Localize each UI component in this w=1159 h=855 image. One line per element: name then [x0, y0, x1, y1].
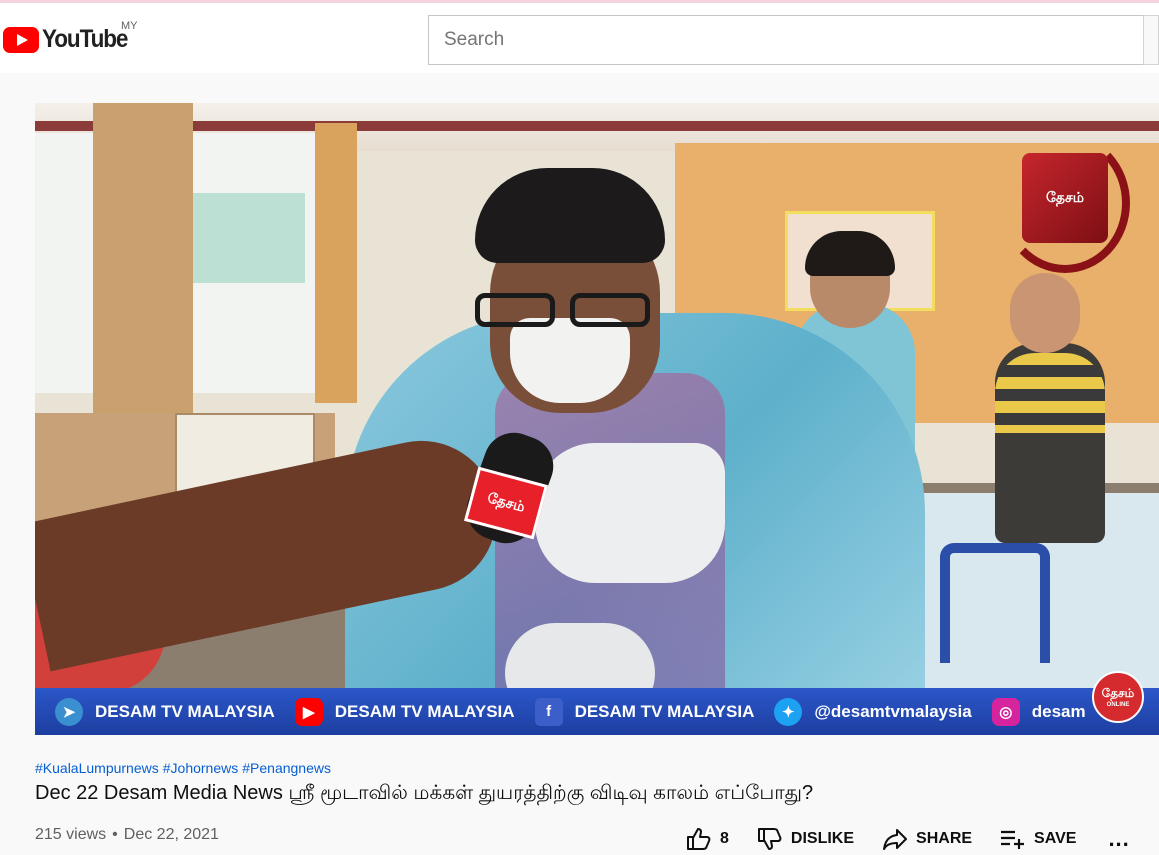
corner-logo: தேசம் ONLINE	[1092, 671, 1144, 723]
view-count: 215 views	[35, 826, 107, 843]
watermark-text: தேசம்	[1022, 153, 1108, 243]
ticker-item: ◎ desam	[991, 697, 1086, 726]
dislike-label: DISLIKE	[790, 830, 855, 847]
logo-text: YouTube	[42, 25, 128, 53]
facebook-icon: f	[534, 697, 563, 726]
ticker-label: DESAM TV MALAYSIA	[95, 701, 275, 721]
twitter-icon: ✦	[774, 697, 803, 726]
ticker-item: ✦ @desamtvmalaysia	[774, 697, 972, 726]
hashtag-link[interactable]: #Johornews	[163, 760, 239, 776]
hashtags: #KualaLumpurnews #Johornews #Penangnews	[35, 760, 331, 776]
ticker-label: desam	[1031, 701, 1086, 721]
save-button[interactable]: SAVE	[1000, 829, 1076, 849]
upload-date: Dec 22, 2021	[123, 826, 219, 843]
share-icon	[883, 829, 908, 850]
dislike-button[interactable]: DISLIKE	[757, 827, 854, 851]
corner-logo-sub: ONLINE	[1106, 702, 1130, 708]
search-button[interactable]	[1143, 15, 1159, 65]
youtube-logo[interactable]: YouTube	[3, 25, 137, 54]
video-frame: தேசம் தேசம்	[35, 103, 1159, 735]
thumbs-down-icon	[757, 828, 782, 850]
like-count: 8	[720, 830, 729, 847]
corner-logo-text: தேசம்	[1101, 686, 1135, 700]
youtube-icon: ▶	[294, 697, 323, 726]
thumbs-up-icon	[687, 828, 711, 850]
hashtag-link[interactable]: #Penangnews	[242, 760, 331, 776]
save-label: SAVE	[1034, 830, 1077, 847]
youtube-play-icon	[3, 26, 39, 53]
share-button[interactable]: SHARE	[882, 828, 972, 850]
top-bar: YouTube MY	[0, 0, 1159, 73]
video-player[interactable]: தேசம் தேசம் ➤ DESAM TV MALAYSIA ▶ DESAM …	[35, 103, 1159, 735]
more-actions-button[interactable]: ...	[1108, 826, 1129, 852]
social-ticker: ➤ DESAM TV MALAYSIA ▶ DESAM TV MALAYSIA …	[35, 688, 1159, 735]
search-box[interactable]	[428, 15, 1144, 65]
playlist-add-icon	[1001, 830, 1025, 849]
ticker-label: DESAM TV MALAYSIA	[574, 701, 755, 721]
hashtag-link[interactable]: #KualaLumpurnews	[35, 760, 159, 776]
ticker-label: DESAM TV MALAYSIA	[334, 701, 515, 721]
video-title: Dec 22 Desam Media News ஸ்ரீ மூடாவில் மக…	[35, 782, 814, 804]
meta-separator: •	[112, 826, 118, 843]
country-code: MY	[121, 20, 138, 32]
video-meta: 215 views • Dec 22, 2021	[35, 826, 219, 844]
telegram-icon: ➤	[55, 697, 83, 726]
ticker-item: f DESAM TV MALAYSIA	[534, 697, 755, 726]
like-button[interactable]: 8	[686, 827, 729, 851]
ticker-item: ➤ DESAM TV MALAYSIA	[55, 697, 275, 726]
share-label: SHARE	[916, 830, 973, 847]
search-input[interactable]	[444, 29, 1144, 51]
ticker-item: ▶ DESAM TV MALAYSIA	[294, 697, 515, 726]
channel-watermark: தேசம்	[1000, 133, 1130, 273]
video-actions: 8 DISLIKE SHARE SAVE ...	[686, 826, 1130, 852]
instagram-icon: ◎	[991, 697, 1020, 726]
ticker-label: @desamtvmalaysia	[814, 701, 972, 721]
